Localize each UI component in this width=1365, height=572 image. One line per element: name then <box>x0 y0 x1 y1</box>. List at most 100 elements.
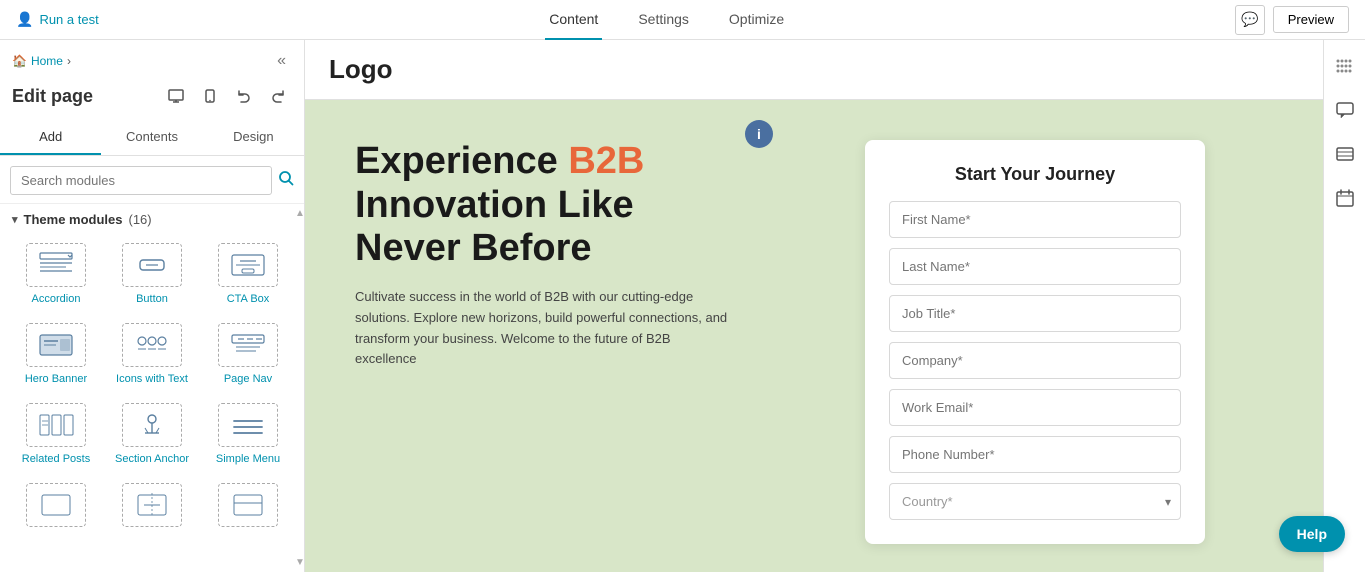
edit-page-title: Edit page <box>12 86 93 107</box>
scroll-indicator: ▲ ▼ <box>296 204 304 572</box>
module-section-anchor[interactable]: Section Anchor <box>104 393 200 473</box>
search-row <box>0 156 304 204</box>
user-icon: 👤 <box>16 11 33 28</box>
chat-icon-button[interactable]: 💬 <box>1235 5 1265 35</box>
run-test-button[interactable]: 👤 Run a test <box>16 11 99 28</box>
home-icon: 🏠 <box>12 54 27 68</box>
simple-menu-icon <box>218 403 278 447</box>
layers-icon-button[interactable] <box>1329 138 1361 170</box>
module-page-nav[interactable]: Page Nav <box>200 313 296 393</box>
search-button[interactable] <box>278 170 294 191</box>
info-icon: i <box>757 126 761 142</box>
top-bar: 👤 Run a test Content Settings Optimize 💬… <box>0 0 1365 40</box>
comment-icon <box>1336 102 1354 119</box>
hero-left: Experience B2BInnovation LikeNever Befor… <box>355 140 835 544</box>
tab-contents[interactable]: Contents <box>101 120 202 155</box>
hero-banner-label: Hero Banner <box>25 373 87 385</box>
extra-3-icon <box>218 483 278 527</box>
desktop-view-button[interactable] <box>162 82 190 110</box>
module-extra-1[interactable] <box>8 473 104 541</box>
module-extra-2[interactable] <box>104 473 200 541</box>
form-country-select[interactable]: Country* <box>889 483 1181 520</box>
theme-modules-header[interactable]: ▾ Theme modules (16) <box>0 204 304 233</box>
panel-tabs: Add Contents Design <box>0 120 304 156</box>
module-cta-box[interactable]: CTA Box <box>200 233 296 313</box>
chevron-down-icon: ▾ <box>12 213 18 226</box>
chat-icon: 💬 <box>1241 11 1258 28</box>
tab-content[interactable]: Content <box>545 0 602 40</box>
button-icon <box>122 243 182 287</box>
form-panel: Start Your Journey Country* ▾ <box>865 140 1205 544</box>
cta-box-label: CTA Box <box>227 293 270 305</box>
theme-modules-count: (16) <box>129 212 152 227</box>
module-simple-menu[interactable]: Simple Menu <box>200 393 296 473</box>
panel-header: 🏠 Home › « <box>0 40 304 78</box>
cta-box-icon <box>218 243 278 287</box>
collapse-panel-button[interactable]: « <box>271 50 292 72</box>
hero-banner-icon <box>26 323 86 367</box>
hero-heading-highlight: B2B <box>568 140 644 182</box>
form-title: Start Your Journey <box>889 164 1181 185</box>
accordion-icon <box>26 243 86 287</box>
page-nav-label: Page Nav <box>224 373 272 385</box>
hero-body: Cultivate success in the world of B2B wi… <box>355 287 735 370</box>
scroll-down-arrow[interactable]: ▼ <box>295 557 304 568</box>
redo-button[interactable] <box>264 82 292 110</box>
button-label: Button <box>136 293 168 305</box>
icons-with-text-label: Icons with Text <box>116 373 188 385</box>
tab-settings[interactable]: Settings <box>634 0 693 40</box>
modules-section: ▾ Theme modules (16) <box>0 204 304 572</box>
help-button[interactable]: Help <box>1279 516 1345 552</box>
search-input[interactable] <box>10 166 272 195</box>
form-last-name[interactable] <box>889 248 1181 285</box>
module-related-posts[interactable]: Related Posts <box>8 393 104 473</box>
main-layout: 🏠 Home › « Edit page <box>0 40 1365 572</box>
mobile-icon <box>205 89 215 103</box>
related-posts-label: Related Posts <box>22 453 90 465</box>
logo-text: Logo <box>329 54 393 84</box>
tab-optimize[interactable]: Optimize <box>725 0 788 40</box>
edit-page-actions <box>162 82 292 110</box>
modules-list: ▾ Theme modules (16) <box>0 204 304 572</box>
hero-section: Experience B2BInnovation LikeNever Befor… <box>305 100 1323 572</box>
form-work-email[interactable] <box>889 389 1181 426</box>
mobile-view-button[interactable] <box>196 82 224 110</box>
undo-icon <box>237 89 251 103</box>
top-bar-right: 💬 Preview <box>1235 5 1349 35</box>
grid-dots-icon <box>1336 59 1354 73</box>
theme-modules-label: Theme modules <box>24 212 123 227</box>
tab-add[interactable]: Add <box>0 120 101 155</box>
section-anchor-icon <box>122 403 182 447</box>
run-test-label: Run a test <box>39 12 98 27</box>
module-extra-3[interactable] <box>200 473 296 541</box>
layers-icon <box>1336 146 1354 162</box>
related-posts-icon <box>26 403 86 447</box>
scroll-up-arrow[interactable]: ▲ <box>295 208 304 219</box>
comment-icon-button[interactable] <box>1329 94 1361 126</box>
module-icons-with-text[interactable]: Icons with Text <box>104 313 200 393</box>
desktop-icon <box>168 89 184 103</box>
extra-1-icon <box>26 483 86 527</box>
module-button[interactable]: Button <box>104 233 200 313</box>
breadcrumb-separator: › <box>67 54 71 68</box>
form-phone-number[interactable] <box>889 436 1181 473</box>
page-nav-icon <box>218 323 278 367</box>
left-panel: 🏠 Home › « Edit page <box>0 40 305 572</box>
preview-button[interactable]: Preview <box>1273 6 1349 33</box>
undo-button[interactable] <box>230 82 258 110</box>
modules-grid: Accordion Button <box>0 233 304 549</box>
form-company[interactable] <box>889 342 1181 379</box>
calendar-icon <box>1336 189 1354 207</box>
form-job-title[interactable] <box>889 295 1181 332</box>
grid-view-icon[interactable] <box>1329 50 1361 82</box>
search-icon <box>278 170 294 186</box>
icons-with-text-icon <box>122 323 182 367</box>
breadcrumb-home[interactable]: Home <box>31 54 63 68</box>
canvas-area: Logo Experience B2BInnovation LikeNever … <box>305 40 1323 572</box>
form-first-name[interactable] <box>889 201 1181 238</box>
module-accordion[interactable]: Accordion <box>8 233 104 313</box>
calendar-icon-button[interactable] <box>1329 182 1361 214</box>
module-hero-banner[interactable]: Hero Banner <box>8 313 104 393</box>
tab-design[interactable]: Design <box>203 120 304 155</box>
nav-tabs: Content Settings Optimize <box>545 0 788 40</box>
